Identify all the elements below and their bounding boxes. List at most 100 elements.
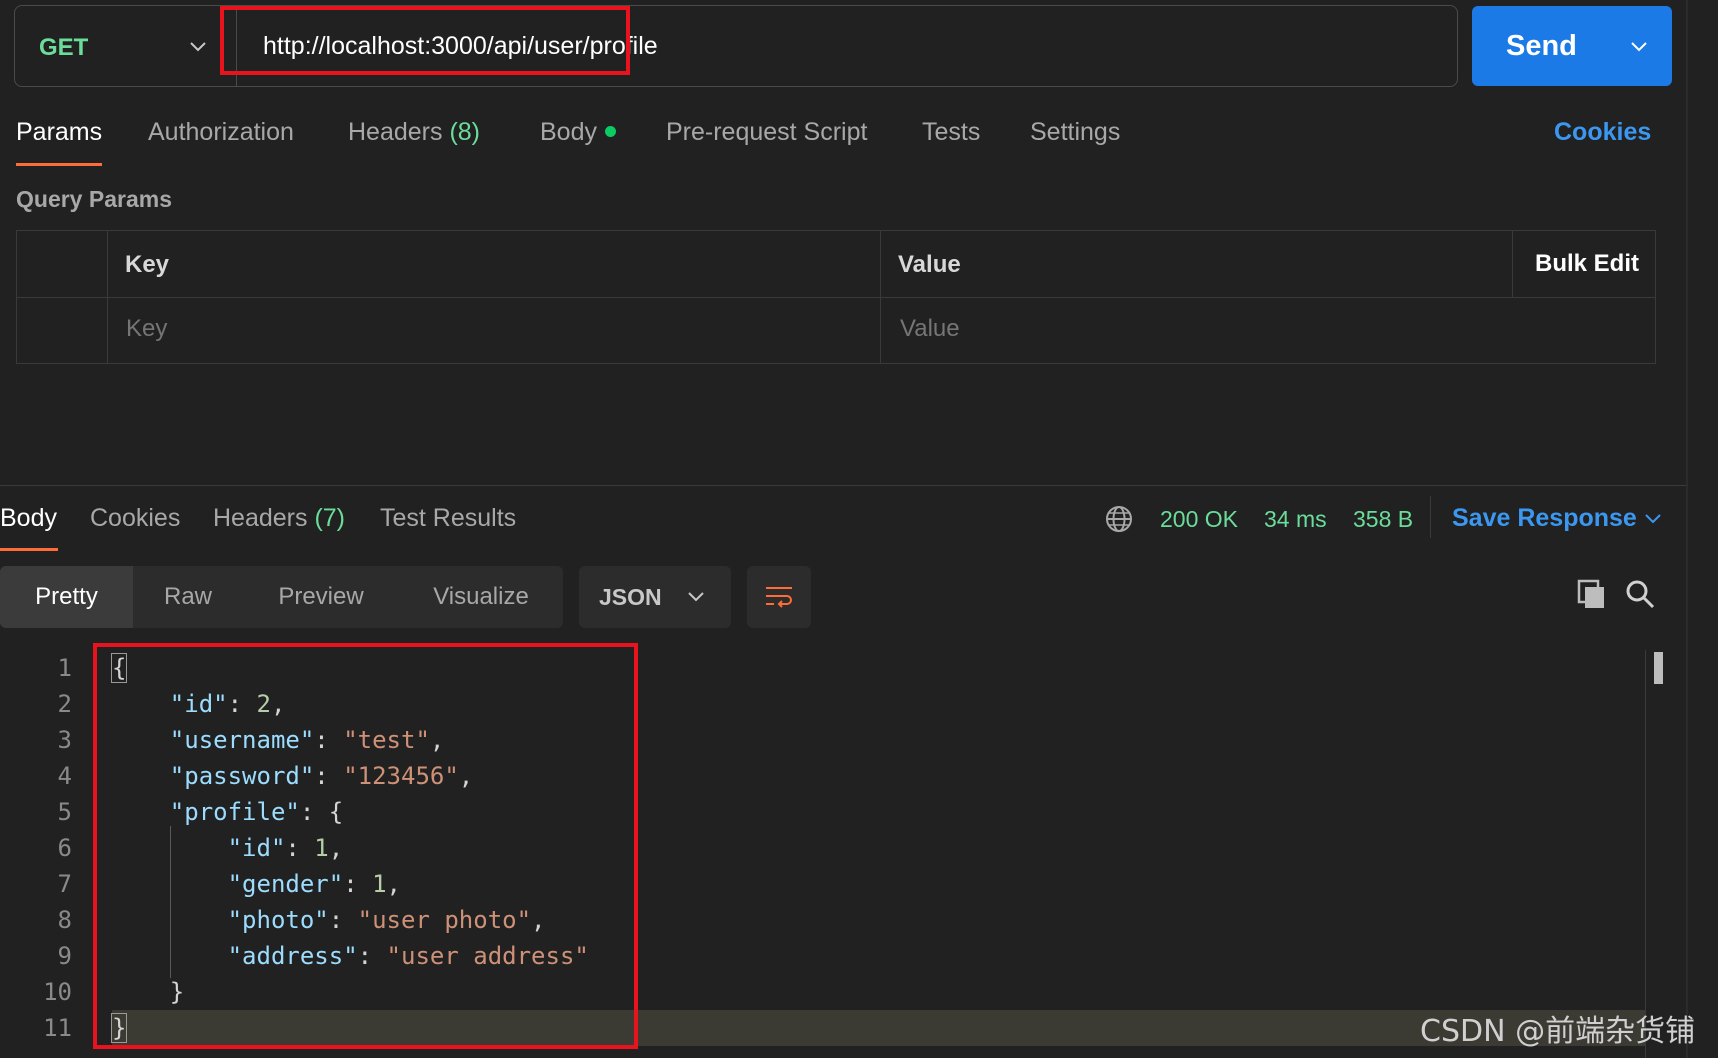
response-tab-headers[interactable]: Headers (7) (213, 504, 345, 533)
response-time[interactable]: 34 ms (1264, 506, 1327, 533)
headers-count: (7) (314, 504, 346, 532)
line-number: 5 (57, 798, 72, 826)
param-key-input[interactable] (126, 315, 866, 343)
code-line: 10 } (0, 974, 1646, 1010)
search-icon[interactable] (1624, 578, 1656, 610)
view-raw-button[interactable]: Raw (133, 566, 243, 628)
code-line: 1{ (0, 650, 1646, 686)
column-header-key: Key (125, 251, 170, 278)
code-line: 6 "id": 1, (0, 830, 1646, 866)
method-label: GET (39, 34, 89, 61)
response-tab-cookies[interactable]: Cookies (90, 504, 180, 533)
request-url-bar: GET http://localhost:3000/api/user/profi… (14, 5, 1458, 87)
line-number: 9 (57, 942, 72, 970)
tab-params[interactable]: Params (16, 118, 102, 147)
response-tab-test-results[interactable]: Test Results (380, 504, 516, 533)
request-tabs: Params Authorization Headers (8) Body Pr… (0, 110, 1700, 170)
bulk-edit-button[interactable]: Bulk Edit (1535, 250, 1639, 278)
tab-body[interactable]: Body (540, 118, 616, 147)
tab-authorization[interactable]: Authorization (148, 118, 294, 147)
tab-label: Body (540, 118, 597, 146)
line-number: 10 (43, 978, 72, 1006)
tab-pre-request-script[interactable]: Pre-request Script (666, 118, 867, 147)
line-number: 2 (57, 690, 72, 718)
cookies-link[interactable]: Cookies (1554, 118, 1651, 147)
copy-icon[interactable] (1576, 578, 1608, 610)
watermark: CSDN @前端杂货铺 (1420, 1014, 1696, 1049)
code-text: "username": "test", (169, 726, 445, 754)
tab-label: Tests (922, 118, 981, 146)
line-number: 6 (57, 834, 72, 862)
code-line: 5 "profile": { (0, 794, 1646, 830)
globe-icon[interactable] (1104, 504, 1134, 534)
postman-window: GET http://localhost:3000/api/user/profi… (0, 0, 1718, 1058)
tab-tests[interactable]: Tests (922, 118, 980, 147)
code-text: "photo": "user photo", (227, 906, 546, 934)
tab-label: Params (16, 118, 103, 146)
line-number: 11 (43, 1014, 72, 1042)
chevron-down-icon (190, 42, 206, 52)
indent-guide (170, 826, 171, 978)
right-rail (1686, 0, 1688, 1058)
tab-label: Settings (1030, 118, 1121, 146)
chevron-down-icon[interactable] (1640, 506, 1666, 532)
query-params-title: Query Params (16, 186, 172, 212)
chevron-down-icon[interactable] (1626, 34, 1652, 60)
active-tab-indicator (16, 163, 102, 166)
wrap-lines-icon (766, 587, 792, 608)
code-text: "id": 1, (227, 834, 344, 862)
status-divider (1430, 496, 1431, 538)
tab-label: Body (0, 504, 57, 532)
query-params-table: Key Value (16, 230, 1656, 364)
code-line: 3 "username": "test", (0, 722, 1646, 758)
status-code[interactable]: 200 OK (1160, 506, 1238, 533)
code-line: 11} (43, 1010, 1646, 1046)
line-number: 3 (57, 726, 72, 754)
table-divider (17, 297, 1655, 298)
view-preview-button[interactable]: Preview (243, 566, 399, 628)
pane-divider[interactable] (0, 485, 1686, 486)
tab-headers[interactable]: Headers (8) (348, 118, 480, 147)
line-number: 4 (57, 762, 72, 790)
editor-scrollbar[interactable] (1654, 652, 1663, 684)
view-visualize-button[interactable]: Visualize (399, 566, 563, 628)
tab-label: Headers (213, 504, 308, 532)
active-tab-indicator (0, 548, 58, 551)
code-line: 4 "password": "123456", (0, 758, 1646, 794)
tab-label: Cookies (90, 504, 181, 532)
tab-label: Test Results (380, 504, 517, 532)
method-select[interactable]: GET (15, 6, 237, 86)
view-pretty-button[interactable]: Pretty (0, 566, 133, 628)
url-input[interactable]: http://localhost:3000/api/user/profile (263, 32, 658, 61)
chevron-down-icon (688, 592, 704, 602)
word-wrap-button[interactable] (747, 566, 811, 628)
response-tab-body[interactable]: Body (0, 504, 57, 533)
tab-label: Headers (348, 118, 443, 146)
tab-label: Authorization (148, 118, 294, 146)
code-text: "profile": { (169, 798, 344, 826)
table-divider (1512, 231, 1513, 297)
code-text: "password": "123456", (169, 762, 474, 790)
send-label: Send (1506, 30, 1577, 62)
send-button[interactable]: Send (1472, 6, 1672, 86)
code-text: { (110, 653, 128, 683)
view-mode-group: Pretty Raw Preview Visualize (0, 566, 563, 628)
column-header-value: Value (898, 251, 961, 278)
editor-scroll-track (1645, 650, 1646, 1058)
code-text: "address": "user address" (227, 942, 589, 970)
tab-label: Pre-request Script (666, 118, 868, 146)
code-line: 9 "address": "user address" (0, 938, 1646, 974)
tab-settings[interactable]: Settings (1030, 118, 1120, 147)
response-body-editor[interactable]: 1{2 "id": 2, 3 "username": "test", 4 "pass… (0, 650, 1646, 1058)
code-line: 8 "photo": "user photo", (0, 902, 1646, 938)
format-select[interactable]: JSON (579, 566, 731, 628)
save-response-button[interactable]: Save Response (1452, 504, 1637, 533)
headers-count: (8) (449, 118, 481, 146)
line-number: 1 (57, 654, 72, 682)
line-number: 7 (57, 870, 72, 898)
response-size[interactable]: 358 B (1353, 506, 1413, 533)
param-value-input[interactable] (900, 315, 1640, 343)
code-line: 2 "id": 2, (0, 686, 1646, 722)
code-text: } (110, 1013, 128, 1043)
body-indicator-dot (604, 125, 616, 137)
